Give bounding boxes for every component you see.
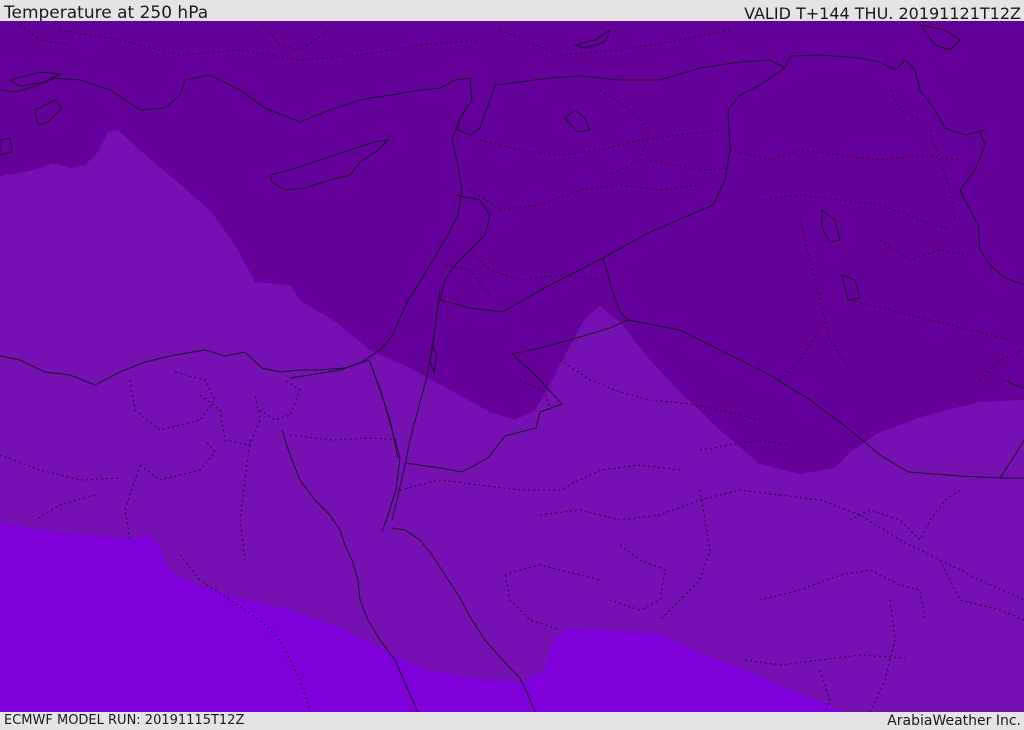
temperature-map[interactable] [0, 21, 1024, 712]
credit: ArabiaWeather Inc. [887, 713, 1021, 729]
map-title: Temperature at 250 hPa [4, 3, 209, 23]
footer-bar: ECMWF MODEL RUN: 20191115T12Z ArabiaWeat… [0, 712, 1024, 729]
model-run: ECMWF MODEL RUN: 20191115T12Z [4, 713, 245, 728]
header-bar: Temperature at 250 hPa VALID T+144 THU. … [0, 0, 1024, 23]
map-canvas [0, 21, 1024, 712]
